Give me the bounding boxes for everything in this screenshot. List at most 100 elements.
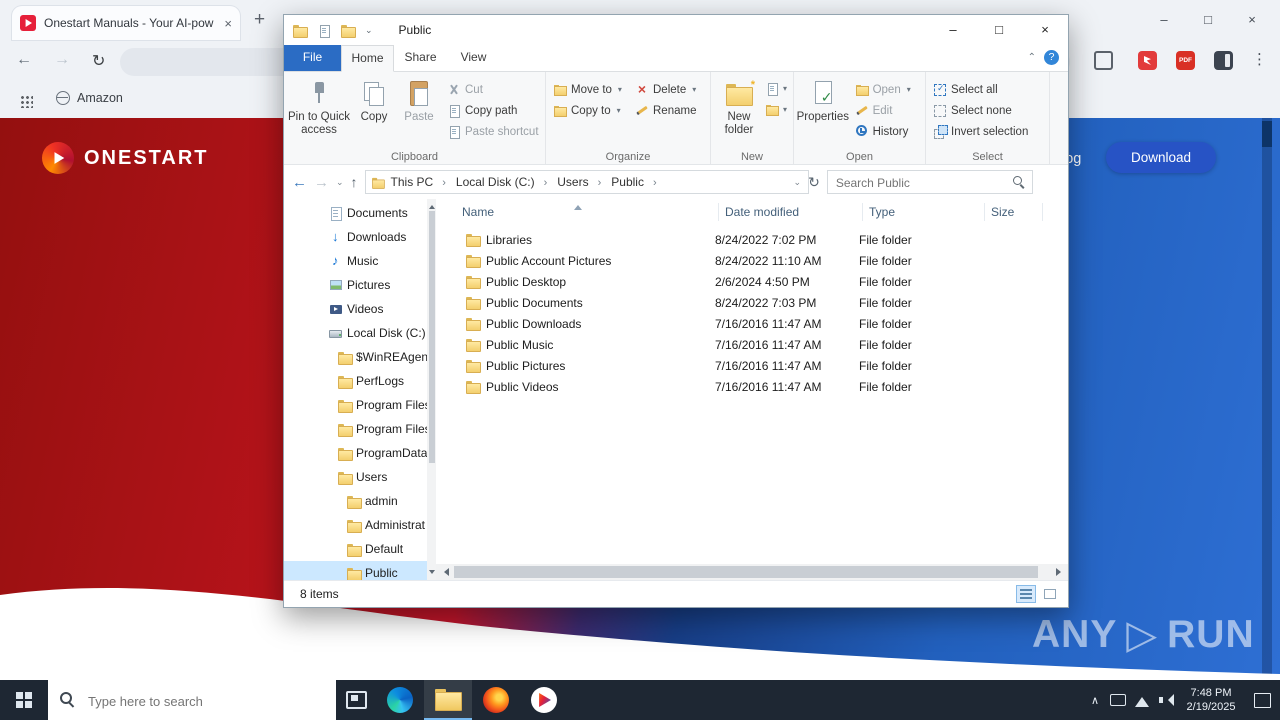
file-row[interactable]: Public Desktop 2/6/2024 4:50 PM File fol… bbox=[436, 271, 1068, 292]
tab-view[interactable]: View bbox=[447, 45, 500, 71]
nav-item[interactable]: Pictures bbox=[284, 273, 427, 297]
cut-button[interactable]: Cut bbox=[442, 79, 542, 100]
red-extension-icon[interactable] bbox=[1138, 51, 1157, 70]
nav-item[interactable]: $WinREAgent bbox=[284, 345, 427, 369]
new-folder-button[interactable]: * New folder bbox=[713, 74, 765, 149]
taskbar-onestart-button[interactable] bbox=[520, 680, 568, 720]
nav-item[interactable]: Users bbox=[284, 465, 427, 489]
keyboard-tray-icon[interactable] bbox=[1106, 680, 1130, 720]
nav-scrollbar[interactable] bbox=[427, 199, 436, 580]
scroll-left-icon[interactable] bbox=[436, 564, 452, 580]
easy-access-button[interactable] bbox=[765, 102, 787, 117]
nav-item[interactable]: Program Files bbox=[284, 417, 427, 441]
nav-item[interactable]: ProgramData bbox=[284, 441, 427, 465]
nav-item[interactable]: Videos bbox=[284, 297, 427, 321]
browser-refresh-icon[interactable]: ↻ bbox=[92, 51, 105, 71]
explorer-maximize-button[interactable]: □ bbox=[976, 15, 1022, 45]
file-row[interactable]: Public Pictures 7/16/2016 11:47 AM File … bbox=[436, 355, 1068, 376]
column-header-size[interactable]: Size bbox=[985, 203, 1043, 221]
taskbar-clock[interactable]: 7:48 PM 2/19/2025 bbox=[1178, 686, 1244, 714]
nav-item[interactable]: Public bbox=[284, 561, 427, 580]
copy-path-button[interactable]: Copy path bbox=[442, 100, 542, 121]
extension-icon[interactable] bbox=[1094, 51, 1113, 70]
tab-share[interactable]: Share bbox=[394, 45, 447, 71]
start-button[interactable] bbox=[0, 680, 48, 720]
nav-item[interactable]: Program Files bbox=[284, 393, 427, 417]
new-tab-button[interactable]: + bbox=[254, 9, 265, 31]
tray-expand-icon[interactable]: ∧ bbox=[1084, 694, 1106, 707]
breadcrumb[interactable]: This PC Local Disk (C:) Users Public bbox=[364, 170, 809, 194]
scroll-right-icon[interactable] bbox=[1052, 564, 1068, 580]
tab-close-icon[interactable]: × bbox=[224, 16, 232, 31]
tab-home[interactable]: Home bbox=[341, 45, 394, 72]
breadcrumb-item[interactable]: Users bbox=[552, 175, 606, 189]
file-row[interactable]: Libraries 8/24/2022 7:02 PM File folder bbox=[436, 229, 1068, 250]
search-icon[interactable] bbox=[1012, 176, 1025, 188]
invert-selection-button[interactable]: Invert selection bbox=[928, 121, 1046, 142]
qat-properties-icon[interactable] bbox=[317, 24, 331, 38]
nav-item[interactable]: Local Disk (C:) bbox=[284, 321, 427, 345]
explorer-close-button[interactable]: × bbox=[1022, 15, 1068, 45]
breadcrumb-item[interactable]: This PC bbox=[386, 175, 451, 189]
nav-item[interactable]: Downloads bbox=[284, 225, 427, 249]
history-button[interactable]: History bbox=[850, 121, 923, 142]
paste-button[interactable]: Paste bbox=[396, 74, 442, 149]
nav-item[interactable]: Default bbox=[284, 537, 427, 561]
file-row[interactable]: Public Downloads 7/16/2016 11:47 AM File… bbox=[436, 313, 1068, 334]
thumbnails-view-button[interactable] bbox=[1040, 585, 1060, 603]
qat-new-folder-icon[interactable] bbox=[340, 23, 356, 38]
help-icon[interactable]: ? bbox=[1044, 50, 1059, 65]
download-button[interactable]: Download bbox=[1106, 142, 1216, 173]
scroll-down-icon[interactable] bbox=[428, 570, 435, 577]
search-input[interactable] bbox=[833, 172, 1014, 194]
pdf-extension-icon[interactable]: PDF bbox=[1176, 51, 1195, 70]
tab-file[interactable]: File bbox=[284, 45, 341, 71]
forward-icon[interactable]: → bbox=[314, 174, 329, 191]
file-row[interactable]: Public Documents 8/24/2022 7:03 PM File … bbox=[436, 292, 1068, 313]
horizontal-scrollbar[interactable] bbox=[436, 564, 1068, 580]
select-none-button[interactable]: Select none bbox=[928, 100, 1046, 121]
move-to-button[interactable]: Move to bbox=[548, 79, 628, 100]
nav-item[interactable]: admin bbox=[284, 489, 427, 513]
copy-to-button[interactable]: Copy to bbox=[548, 100, 628, 121]
menu-kebab-icon[interactable]: ⋮ bbox=[1252, 50, 1267, 68]
copy-button[interactable]: Copy bbox=[352, 74, 396, 149]
browser-tab[interactable]: Onestart Manuals - Your AI-pow × bbox=[12, 6, 240, 40]
rename-button[interactable]: Rename bbox=[630, 100, 708, 121]
browser-maximize-button[interactable]: □ bbox=[1186, 8, 1230, 32]
address-dropdown-icon[interactable]: ⌄ bbox=[794, 177, 802, 188]
apps-grid-icon[interactable] bbox=[20, 95, 33, 108]
action-center-icon[interactable] bbox=[1244, 680, 1280, 720]
nav-scrollbar-thumb[interactable] bbox=[428, 211, 435, 463]
nav-item[interactable]: Music bbox=[284, 249, 427, 273]
taskbar-firefox-button[interactable] bbox=[472, 680, 520, 720]
taskbar-explorer-button[interactable] bbox=[424, 680, 472, 720]
up-icon[interactable]: ↑ bbox=[351, 174, 358, 190]
select-all-button[interactable]: Select all bbox=[928, 79, 1046, 100]
back-icon[interactable]: ← bbox=[292, 174, 307, 191]
breadcrumb-item[interactable]: Public bbox=[606, 175, 661, 189]
scroll-up-icon[interactable] bbox=[428, 202, 435, 209]
bookmark-amazon[interactable]: Amazon bbox=[56, 91, 123, 105]
edit-button[interactable]: Edit bbox=[850, 100, 923, 121]
open-button[interactable]: Open bbox=[850, 79, 923, 100]
column-header-date-modified[interactable]: Date modified bbox=[719, 203, 863, 221]
refresh-icon[interactable]: ↻ bbox=[808, 174, 820, 191]
paste-shortcut-button[interactable]: Paste shortcut bbox=[442, 121, 542, 142]
column-header-type[interactable]: Type bbox=[863, 203, 985, 221]
file-row[interactable]: Public Videos 7/16/2016 11:47 AM File fo… bbox=[436, 376, 1068, 397]
explorer-minimize-button[interactable]: – bbox=[930, 15, 976, 45]
sidebar-icon[interactable] bbox=[1214, 51, 1233, 70]
horizontal-scrollbar-thumb[interactable] bbox=[454, 566, 1038, 578]
volume-tray-icon[interactable] bbox=[1154, 680, 1178, 720]
browser-back-icon[interactable]: ← bbox=[16, 51, 32, 69]
recent-locations-icon[interactable]: ⌄ bbox=[336, 177, 344, 188]
taskbar-search-input[interactable] bbox=[86, 683, 320, 719]
nav-item[interactable]: Administrat bbox=[284, 513, 427, 537]
nav-item[interactable]: PerfLogs bbox=[284, 369, 427, 393]
page-scrollbar-thumb[interactable] bbox=[1262, 121, 1272, 147]
breadcrumb-item[interactable]: Local Disk (C:) bbox=[451, 175, 552, 189]
browser-minimize-button[interactable]: – bbox=[1142, 8, 1186, 32]
task-view-button[interactable] bbox=[336, 680, 376, 720]
pin-to-quick-access-button[interactable]: Pin to Quick access bbox=[286, 74, 352, 149]
